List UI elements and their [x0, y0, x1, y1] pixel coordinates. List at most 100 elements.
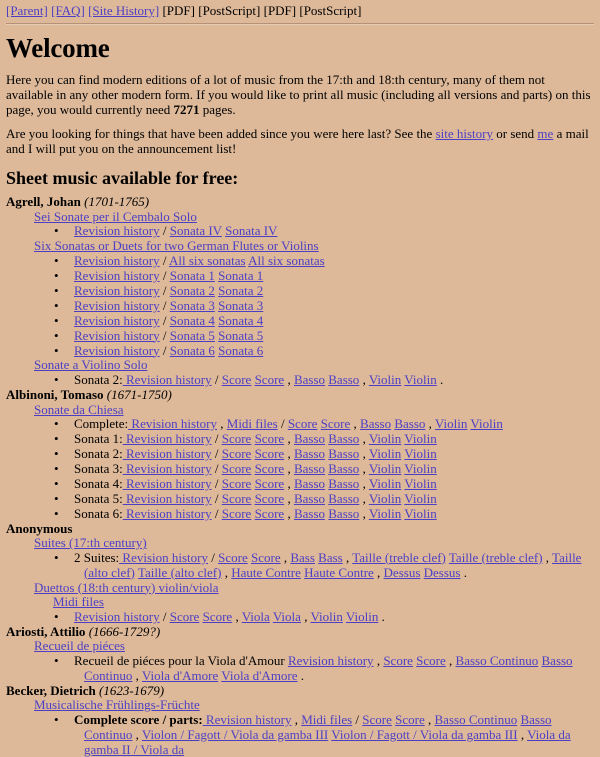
contact-me-link[interactable]: me: [537, 126, 553, 141]
all-six-sonatas-link-b[interactable]: All six sonatas: [248, 253, 325, 268]
viola-damore-link-a[interactable]: Viola d'Amore: [142, 668, 218, 683]
sonata-1-link-b[interactable]: Sonata 1: [218, 268, 263, 283]
revision-history-link[interactable]: Revision history: [74, 313, 160, 328]
violin-link-b[interactable]: Violin: [470, 416, 502, 431]
violin-link-b[interactable]: Violin: [404, 476, 436, 491]
score-link-b[interactable]: Score: [321, 416, 351, 431]
score-link-b[interactable]: Score: [255, 461, 285, 476]
score-link-a[interactable]: Score: [222, 461, 252, 476]
taille-alto-clef-link-b[interactable]: Taille (alto clef): [138, 565, 222, 580]
violin-link-a[interactable]: Violin: [310, 609, 342, 624]
work-title[interactable]: Musicalische Frühlings-Früchte: [6, 697, 594, 713]
score-link-a[interactable]: Score: [222, 446, 252, 461]
revision-history-link[interactable]: Revision history: [74, 328, 160, 343]
violin-link-b[interactable]: Violin: [404, 431, 436, 446]
violin-link-b[interactable]: Violin: [404, 446, 436, 461]
midi-files-link[interactable]: Midi files: [227, 416, 278, 431]
violin-link-a[interactable]: Violin: [369, 476, 401, 491]
nav-site-history-link[interactable]: [Site History]: [88, 3, 159, 18]
score-link-b[interactable]: Score: [203, 609, 233, 624]
score-link-b[interactable]: Score: [416, 653, 446, 668]
sonata-2-link-a[interactable]: Sonata 2: [170, 283, 215, 298]
viola-link-b[interactable]: Viola: [273, 609, 301, 624]
haute-contre-link-a[interactable]: Haute Contre: [231, 565, 301, 580]
revision-history-link[interactable]: Revision history: [288, 653, 374, 668]
revision-history-link[interactable]: Revision history: [74, 268, 160, 283]
score-link-a[interactable]: Score: [222, 476, 252, 491]
work-title-link[interactable]: Sonate da Chiesa: [34, 402, 124, 417]
score-link-b[interactable]: Score: [255, 431, 285, 446]
revision-history-link[interactable]: Revision history: [123, 446, 212, 461]
revision-history-link[interactable]: Revision history: [123, 372, 212, 387]
basso-link-a[interactable]: Basso: [294, 476, 325, 491]
work-title[interactable]: Sonate da Chiesa: [6, 402, 594, 418]
violin-link-a[interactable]: Violin: [435, 416, 467, 431]
revision-history-link[interactable]: Revision history: [74, 223, 160, 238]
work-title-link[interactable]: Musicalische Frühlings-Früchte: [34, 697, 200, 712]
revision-history-link[interactable]: Revision history: [74, 253, 160, 268]
all-six-sonatas-link-a[interactable]: All six sonatas: [169, 253, 246, 268]
sonata-3-link-a[interactable]: Sonata 3: [170, 298, 215, 313]
score-link-b[interactable]: Score: [255, 476, 285, 491]
score-link-a[interactable]: Score: [222, 506, 252, 521]
dessus-link-a[interactable]: Dessus: [384, 565, 421, 580]
score-link-a[interactable]: Score: [222, 431, 252, 446]
viola-link-a[interactable]: Viola: [242, 609, 270, 624]
basso-link-b[interactable]: Basso: [328, 506, 359, 521]
violon-fagott-gamba3-link-a[interactable]: Violon / Fagott / Viola da gamba III: [142, 727, 328, 742]
basso-link-b[interactable]: Basso: [328, 446, 359, 461]
violon-fagott-gamba3-link-b[interactable]: Violon / Fagott / Viola da gamba III: [331, 727, 517, 742]
taille-treble-clef-link-b[interactable]: Taille (treble clef): [449, 550, 543, 565]
revision-history-link[interactable]: Revision history: [123, 491, 212, 506]
sonata-5-link-a[interactable]: Sonata 5: [170, 328, 215, 343]
revision-history-link[interactable]: Revision history: [123, 506, 212, 521]
score-link-a[interactable]: Score: [362, 712, 392, 727]
basso-link-a[interactable]: Basso: [294, 506, 325, 521]
sonata-iv-link-a[interactable]: Sonata IV: [170, 223, 222, 238]
basso-link-b[interactable]: Basso: [328, 431, 359, 446]
basso-continuo-link-a[interactable]: Basso Continuo: [435, 712, 518, 727]
basso-link-a[interactable]: Basso: [360, 416, 391, 431]
violin-link-b[interactable]: Violin: [404, 372, 436, 387]
violin-link-a[interactable]: Violin: [369, 491, 401, 506]
nav-faq-link[interactable]: [FAQ]: [51, 3, 85, 18]
score-link-b[interactable]: Score: [255, 506, 285, 521]
revision-history-link[interactable]: Revision history: [123, 461, 212, 476]
dessus-link-b[interactable]: Dessus: [424, 565, 461, 580]
basso-link-b[interactable]: Basso: [394, 416, 425, 431]
sonata-3-link-b[interactable]: Sonata 3: [218, 298, 263, 313]
site-history-link[interactable]: site history: [436, 126, 493, 141]
basso-link-b[interactable]: Basso: [328, 491, 359, 506]
basso-link-a[interactable]: Basso: [294, 461, 325, 476]
score-link-b[interactable]: Score: [255, 491, 285, 506]
score-link-b[interactable]: Score: [251, 550, 281, 565]
sonata-6-link-b[interactable]: Sonata 6: [218, 343, 263, 358]
revision-history-link[interactable]: Revision history: [128, 416, 217, 431]
sonata-5-link-b[interactable]: Sonata 5: [218, 328, 263, 343]
haute-contre-link-b[interactable]: Haute Contre: [304, 565, 374, 580]
revision-history-link[interactable]: Revision history: [74, 609, 160, 624]
revision-history-link[interactable]: Revision history: [123, 431, 212, 446]
midi-files-link[interactable]: Midi files: [301, 712, 352, 727]
subgroup-title[interactable]: Midi files: [6, 594, 594, 610]
work-title[interactable]: Recueil de piéces: [6, 638, 594, 654]
sonata-4-link-a[interactable]: Sonata 4: [170, 313, 215, 328]
basso-link-a[interactable]: Basso: [294, 491, 325, 506]
work-title-link[interactable]: Duettos (18:th century) violin/viola: [34, 580, 219, 595]
work-title[interactable]: Suites (17:th century): [6, 535, 594, 551]
violin-link-b[interactable]: Violin: [404, 491, 436, 506]
work-title-link[interactable]: Six Sonatas or Duets for two German Flut…: [34, 238, 319, 254]
score-link-a[interactable]: Score: [288, 416, 318, 431]
sonata-4-link-b[interactable]: Sonata 4: [218, 313, 263, 328]
violin-link-a[interactable]: Violin: [369, 431, 401, 446]
sonata-2-link-b[interactable]: Sonata 2: [218, 283, 263, 298]
work-title-link[interactable]: Sonate a Violino Solo: [34, 357, 147, 373]
basso-link-a[interactable]: Basso: [294, 372, 325, 387]
score-link-a[interactable]: Score: [222, 491, 252, 506]
score-link-a[interactable]: Score: [218, 550, 248, 565]
revision-history-link[interactable]: Revision history: [119, 550, 208, 565]
work-title-link[interactable]: Recueil de piéces: [34, 638, 125, 653]
sonata-6-link-a[interactable]: Sonata 6: [170, 343, 215, 358]
score-link-b[interactable]: Score: [255, 446, 285, 461]
work-title-link[interactable]: Sei Sonate per il Cembalo Solo: [34, 209, 197, 224]
